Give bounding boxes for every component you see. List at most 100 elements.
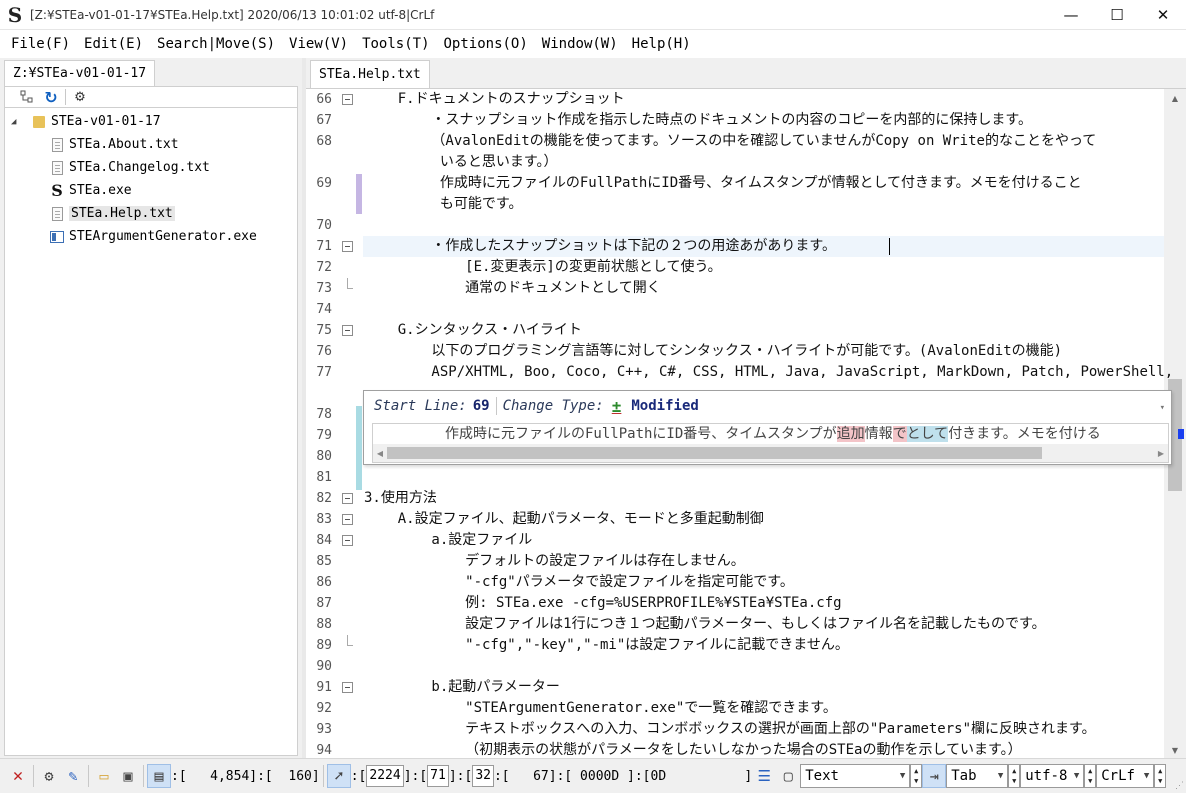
pen-icon[interactable]: ✎ <box>61 764 85 788</box>
offset-value[interactable]: 2224 <box>366 765 404 787</box>
console-icon[interactable]: ▣ <box>116 764 140 788</box>
editor-line[interactable]: も可能です。 <box>306 194 1164 215</box>
tree-item[interactable]: STEa.About.txt <box>5 133 297 156</box>
modified-line-bar[interactable] <box>356 174 362 214</box>
text-file-icon <box>49 206 65 222</box>
menu-view[interactable]: View(V) <box>282 30 355 58</box>
line-text: 例: STEa.exe -cfg=%USERPROFILE%¥STEa¥STEa… <box>364 595 842 611</box>
editor-line[interactable]: 87 例: STEa.exe -cfg=%USERPROFILE%¥STEa¥S… <box>306 593 1164 614</box>
line-number: 88 <box>316 617 332 632</box>
editor-line[interactable]: 67 ・スナップショット作成を指示した時点のドキュメントの内容のコピーを内部的に… <box>306 110 1164 131</box>
gear-icon[interactable]: ⚙ <box>37 764 61 788</box>
editor-line[interactable]: 93 テキストボックスへの入力、コンボボックスの選択が画面上部の"Paramet… <box>306 719 1164 740</box>
fold-toggle-icon[interactable] <box>342 94 353 105</box>
folder-icon[interactable]: ▭ <box>92 764 116 788</box>
maximize-button[interactable]: ☐ <box>1094 0 1140 30</box>
editor-tab[interactable]: STEa.Help.txt <box>310 60 430 88</box>
refresh-icon[interactable]: ↻ <box>41 87 61 107</box>
colon-label: ]:[ <box>403 768 428 784</box>
editor-line[interactable]: 74 <box>306 299 1164 320</box>
editor-line[interactable]: 89 "-cfg","-key","-mi"は設定ファイルに記載できません。 <box>306 635 1164 656</box>
editor-line[interactable]: 88 設定ファイルは1行につき１つ起動パラメーター、もしくはファイル名を記載した… <box>306 614 1164 635</box>
editor-line[interactable]: 76 以下のプログラミング言語等に対してシンタックス・ハイライトが可能です。(A… <box>306 341 1164 362</box>
editor-line[interactable]: 90 <box>306 656 1164 677</box>
editor-line[interactable]: 84 a.設定ファイル <box>306 530 1164 551</box>
tree-item[interactable]: STEArgumentGenerator.exe <box>5 225 297 248</box>
close-doc-icon[interactable]: ✕ <box>6 764 30 788</box>
fold-toggle-icon[interactable] <box>342 514 353 525</box>
horizontal-scroll-thumb[interactable] <box>387 447 1042 459</box>
menu-edit[interactable]: Edit(E) <box>77 30 150 58</box>
added-line-bar[interactable] <box>356 406 362 490</box>
menu-search-move[interactable]: Search|Move(S) <box>150 30 282 58</box>
fold-toggle-icon[interactable] <box>342 325 353 336</box>
line-text: 通常のドキュメントとして開く <box>364 280 661 296</box>
expand-arrow-icon[interactable]: ◢ <box>11 117 16 127</box>
chevron-down-icon: ▼ <box>997 771 1004 781</box>
editor-line[interactable]: 71 ・作成したスナップショットは下記の２つの用途あがあります。 <box>306 236 1164 257</box>
editor-line[interactable]: 70 <box>306 215 1164 236</box>
editor-line[interactable]: 91 b.起動パラメーター <box>306 677 1164 698</box>
document-info-icon[interactable]: ▤ <box>147 764 171 788</box>
editor-line[interactable]: 68 （AvalonEditの機能を使ってます。ソースの中を確認していませんがC… <box>306 131 1164 152</box>
minimize-button[interactable]: — <box>1048 0 1094 30</box>
resize-grip-icon[interactable]: ⋰ <box>1175 781 1184 791</box>
editor-line[interactable]: 94 （初期表示の状態がパラメータをしたいしなかった場合のSTEaの動作を示して… <box>306 740 1164 758</box>
menu-file[interactable]: File(F) <box>4 30 77 58</box>
editor-line[interactable]: 92 "STEArgumentGenerator.exe"で一覧を確認できます。 <box>306 698 1164 719</box>
editor-line[interactable]: 81 <box>306 467 1164 488</box>
editor-line[interactable]: 77 ASP/XHTML, Boo, Coco, C++, C#, CSS, H… <box>306 362 1173 383</box>
line-text: A.設定ファイル、起動パラメータ、モードと多重起動制御 <box>364 511 764 527</box>
line-text: ASP/XHTML, Boo, Coco, C++, C#, CSS, HTML… <box>364 364 1174 380</box>
syntax-select[interactable]: Text ▼ <box>800 764 911 788</box>
editor-line[interactable]: 86 "-cfg"パラメータで設定ファイルを指定可能です。 <box>306 572 1164 593</box>
horizontal-scrollbar[interactable]: ◀ ▶ <box>373 444 1168 462</box>
editor-line[interactable]: 72 [E.変更表示]の変更前状態として使う。 <box>306 257 1164 278</box>
header-separator <box>495 397 497 415</box>
scroll-up-icon[interactable]: ▲ <box>1164 89 1186 107</box>
scroll-down-icon[interactable]: ▼ <box>1164 741 1186 758</box>
fold-toggle-icon[interactable] <box>342 535 353 546</box>
editor-line[interactable]: 75 G.シンタックス・ハイライト <box>306 320 1164 341</box>
menu-tools[interactable]: Tools(T) <box>355 30 436 58</box>
tree-item[interactable]: S STEa.exe <box>5 179 297 202</box>
fold-toggle-icon[interactable] <box>342 682 353 693</box>
line-value[interactable]: 71 <box>427 765 449 787</box>
line-text: 作成時に元ファイルのFullPathにID番号、タイムスタンプが情報として付きま… <box>364 175 1082 191</box>
fold-toggle-icon[interactable] <box>342 241 353 252</box>
close-button[interactable]: ✕ <box>1140 0 1186 30</box>
editor-line[interactable]: いると思います。） <box>306 152 1164 173</box>
indent-spinner[interactable]: ▲ ▼ <box>1008 764 1021 788</box>
editor-line[interactable]: 83 A.設定ファイル、起動パラメータ、モードと多重起動制御 <box>306 509 1164 530</box>
explorer-tab[interactable]: Z:¥STEa-v01-01-17 <box>4 60 156 86</box>
syntax-spinner[interactable]: ▲ ▼ <box>910 764 923 788</box>
tree-item[interactable]: STEa.Changelog.txt <box>5 156 297 179</box>
app-logo-icon[interactable]: S <box>0 0 30 30</box>
indent-select[interactable]: Tab ▼ <box>946 764 1009 788</box>
scroll-left-icon[interactable]: ◀ <box>373 444 387 462</box>
resize-grip-icon[interactable]: ▾ <box>1160 403 1165 413</box>
cursor-info-icon[interactable]: ➚ <box>326 764 351 788</box>
fold-end-marker <box>347 278 353 289</box>
menu-options[interactable]: Options(O) <box>437 30 535 58</box>
tree-item[interactable]: STEa.Help.txt <box>5 202 297 225</box>
editor-line[interactable]: 69 作成時に元ファイルのFullPathにID番号、タイムスタンプが情報として… <box>306 173 1164 194</box>
fold-toggle-icon[interactable] <box>342 493 353 504</box>
editor-line[interactable]: 85 デフォルトの設定ファイルは存在しません。 <box>306 551 1164 572</box>
eol-select[interactable]: CrLf ▼ <box>1096 764 1155 788</box>
editor-line[interactable]: 66 F.ドキュメントのスナップショット <box>306 89 1164 110</box>
column-value[interactable]: 32 <box>472 765 494 787</box>
encoding-spinner[interactable]: ▲ ▼ <box>1084 764 1097 788</box>
window-title: [Z:¥STEa-v01-01-17¥STEa.Help.txt] 2020/0… <box>30 7 435 22</box>
menu-window[interactable]: Window(W) <box>535 30 625 58</box>
eol-spinner[interactable]: ▲ ▼ <box>1154 764 1167 788</box>
tree-item[interactable]: ◢ STEa-v01-01-17 <box>5 110 297 133</box>
indent-icon[interactable]: ⇥ <box>922 764 947 788</box>
scroll-right-icon[interactable]: ▶ <box>1154 444 1168 462</box>
gear-icon[interactable]: ⚙ <box>70 87 90 107</box>
encoding-select[interactable]: utf-8 ▼ <box>1020 764 1085 788</box>
editor-line[interactable]: 82 3.使用方法 <box>306 488 1164 509</box>
tree-layout-icon[interactable] <box>17 87 37 107</box>
editor-line[interactable]: 73 通常のドキュメントとして開く <box>306 278 1164 299</box>
menu-help[interactable]: Help(H) <box>625 30 698 58</box>
